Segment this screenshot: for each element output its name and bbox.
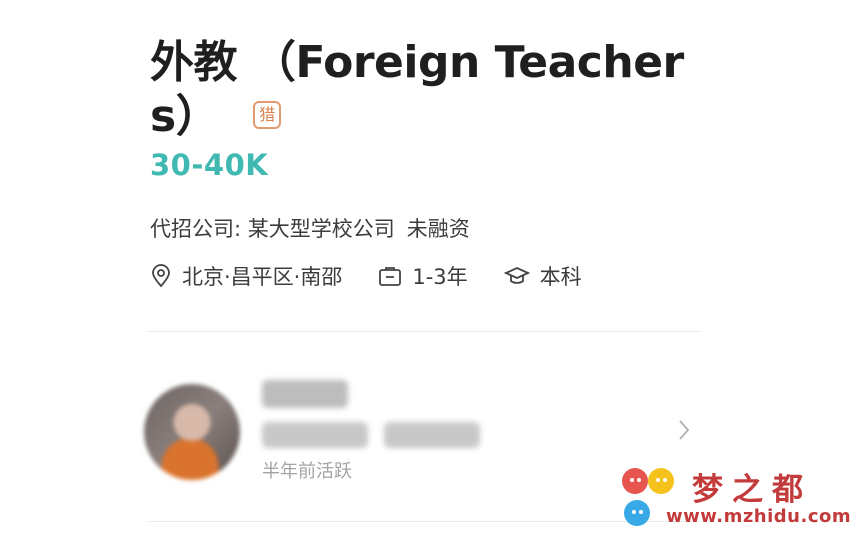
location-text: 北京·昌平区·南邵 [182,265,343,289]
site-watermark: 梦之都 www.mzhidu.com [622,462,858,532]
education-meta: 本科 [503,261,582,291]
briefcase-icon [379,267,402,286]
job-detail-page: 外教 （Foreign Teacher s） 猎 30-40K 代招公司: 某大型… [0,0,861,534]
experience-meta: 1-3年 [378,261,468,291]
location-pin-icon [152,264,170,288]
section-divider-bottom [148,521,700,522]
watermark-brand: 梦之都 [692,472,812,508]
funding-stage: 未融资 [406,217,470,241]
job-title-line-2-text: s） [150,91,220,142]
company-info[interactable]: 代招公司: 某大型学校公司 未融资 [150,213,470,243]
job-title: 外教 （Foreign Teacher s） 猎 [150,36,690,144]
recruiter-company-redacted [262,422,368,448]
job-title-line-1: 外教 （Foreign Teacher [150,37,684,88]
watermark-eye [656,478,660,482]
chevron-right-icon[interactable] [676,418,692,442]
job-title-line-2: s） 猎 [150,90,690,144]
location-meta: 北京·昌平区·南邵 [150,261,342,291]
watermark-eye [630,478,634,482]
recruiter-name-redacted [262,380,348,408]
salary-range: 30-40K [150,148,269,182]
graduation-cap-icon [503,267,530,284]
watermark-yellow-bubble [648,468,674,494]
section-divider [148,331,700,332]
watermark-blue-bubble [624,500,650,526]
company-name: 代招公司: 某大型学校公司 [150,217,395,241]
education-text: 本科 [539,265,582,289]
watermark-url: www.mzhidu.com [666,506,852,527]
watermark-eye [637,478,641,482]
watermark-eye [632,510,636,514]
recruiter-avatar [144,384,240,480]
recruiter-title-redacted [384,422,480,448]
watermark-eye [639,510,643,514]
recruiter-active-status: 半年前活跃 [262,461,352,482]
headhunter-badge: 猎 [253,101,282,129]
watermark-eye [663,478,667,482]
experience-text: 1-3年 [412,265,468,289]
watermark-red-bubble [622,468,648,494]
job-meta-row: 北京·昌平区·南邵 1-3年 本科 [150,260,618,292]
